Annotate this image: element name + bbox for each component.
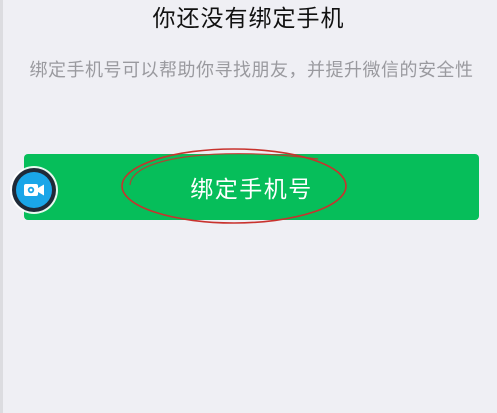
bind-phone-button-label: 绑定手机号 bbox=[190, 176, 313, 202]
description-text: 绑定手机号可以帮助你寻找朋友，并提升微信的安全性 bbox=[29, 60, 474, 81]
bind-phone-button[interactable]: 绑定手机号 bbox=[24, 154, 479, 220]
video-camera-icon bbox=[24, 184, 44, 196]
page-title: 你还没有绑定手机 bbox=[152, 6, 345, 32]
left-edge-divider bbox=[0, 0, 3, 413]
bind-phone-page: 你还没有绑定手机 绑定手机号可以帮助你寻找朋友，并提升微信的安全性 绑定手机号 bbox=[0, 0, 497, 413]
floating-camera-button-inner bbox=[16, 172, 52, 208]
floating-camera-button[interactable] bbox=[12, 168, 56, 212]
